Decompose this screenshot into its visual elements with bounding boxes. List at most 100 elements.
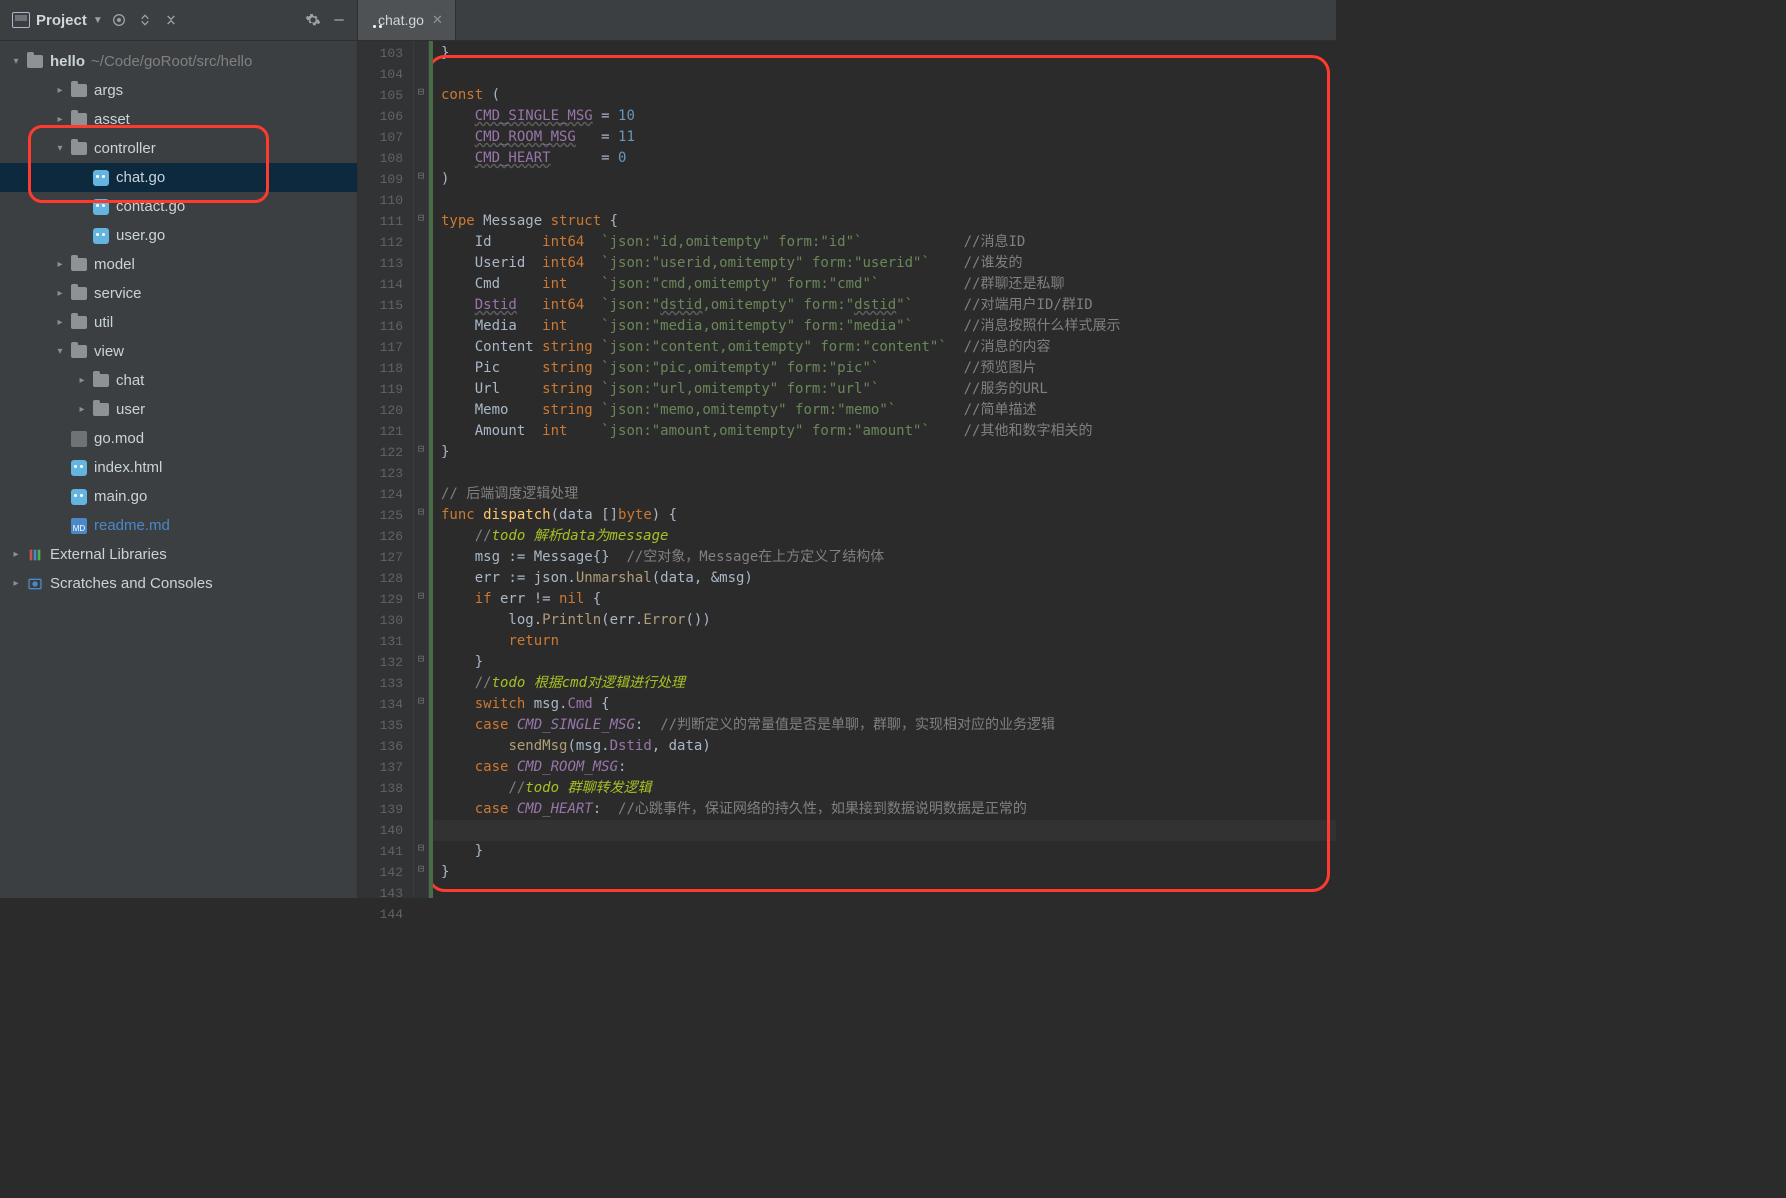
fold-marker[interactable] (414, 314, 428, 335)
fold-marker[interactable] (414, 671, 428, 692)
project-title[interactable]: Project ▼ (12, 12, 103, 29)
scratches-consoles[interactable]: ▸ Scratches and Consoles (0, 569, 357, 598)
line-number[interactable]: 129 (358, 589, 413, 610)
expand-all-icon[interactable] (135, 10, 155, 30)
chevron-down-icon[interactable]: ▾ (54, 346, 66, 358)
fold-marker[interactable] (414, 125, 428, 146)
fold-marker[interactable]: ⊟ (414, 650, 428, 671)
code-viewport[interactable]: } const ( CMD_SINGLE_MSG = 10 CMD_ROOM_M… (433, 41, 1336, 898)
line-number[interactable]: 123 (358, 463, 413, 484)
tree-item-readme-md[interactable]: MDreadme.md (0, 511, 357, 540)
line-number[interactable]: 108 (358, 148, 413, 169)
line-number[interactable]: 104 (358, 64, 413, 85)
line-number[interactable]: 119 (358, 379, 413, 400)
line-number[interactable]: 112 (358, 232, 413, 253)
chevron-right-icon[interactable]: ▸ (54, 85, 66, 97)
line-number[interactable]: 114 (358, 274, 413, 295)
line-number[interactable]: 132 (358, 652, 413, 673)
tab-chat-go[interactable]: chat.go ✕ (358, 0, 456, 40)
line-gutter[interactable]: 1031041051061071081091101111121131141151… (358, 41, 414, 898)
line-number[interactable]: 143 (358, 883, 413, 904)
external-libraries[interactable]: ▸ External Libraries (0, 540, 357, 569)
fold-marker[interactable] (414, 461, 428, 482)
tree-item-contact-go[interactable]: contact.go (0, 192, 357, 221)
fold-marker[interactable] (414, 251, 428, 272)
chevron-right-icon[interactable]: ▸ (76, 404, 88, 416)
fold-marker[interactable] (414, 524, 428, 545)
fold-marker[interactable] (414, 146, 428, 167)
line-number[interactable]: 140 (358, 820, 413, 841)
fold-marker[interactable] (414, 335, 428, 356)
fold-marker[interactable] (414, 902, 428, 923)
fold-marker[interactable]: ⊟ (414, 440, 428, 461)
tree-item-controller[interactable]: ▾controller (0, 134, 357, 163)
tree-item-asset[interactable]: ▸asset (0, 105, 357, 134)
fold-marker[interactable] (414, 755, 428, 776)
line-number[interactable]: 144 (358, 904, 413, 925)
tree-item-go-mod[interactable]: go.mod (0, 424, 357, 453)
line-number[interactable]: 105 (358, 85, 413, 106)
fold-marker[interactable] (414, 293, 428, 314)
fold-marker[interactable] (414, 545, 428, 566)
line-number[interactable]: 137 (358, 757, 413, 778)
minimize-icon[interactable] (329, 10, 349, 30)
fold-marker[interactable] (414, 734, 428, 755)
fold-marker[interactable]: ⊟ (414, 692, 428, 713)
fold-marker[interactable]: ⊟ (414, 587, 428, 608)
line-number[interactable]: 111 (358, 211, 413, 232)
line-number[interactable]: 120 (358, 400, 413, 421)
fold-marker[interactable]: ⊟ (414, 860, 428, 881)
settings-icon[interactable] (303, 10, 323, 30)
line-number[interactable]: 136 (358, 736, 413, 757)
tree-item-chat-go[interactable]: chat.go (0, 163, 357, 192)
line-number[interactable]: 127 (358, 547, 413, 568)
fold-marker[interactable] (414, 713, 428, 734)
fold-marker[interactable]: ⊟ (414, 167, 428, 188)
tree-item-args[interactable]: ▸args (0, 76, 357, 105)
locate-icon[interactable] (109, 10, 129, 30)
fold-marker[interactable] (414, 776, 428, 797)
line-number[interactable]: 122 (358, 442, 413, 463)
chevron-down-icon[interactable]: ▾ (54, 143, 66, 155)
line-number[interactable]: 103 (358, 43, 413, 64)
close-tab-icon[interactable]: ✕ (432, 12, 443, 28)
chevron-right-icon[interactable]: ▸ (76, 375, 88, 387)
tree-item-chat[interactable]: ▸chat (0, 366, 357, 395)
fold-marker[interactable] (414, 356, 428, 377)
chevron-right-icon[interactable]: ▸ (10, 549, 22, 561)
line-number[interactable]: 125 (358, 505, 413, 526)
code-text[interactable]: } const ( CMD_SINGLE_MSG = 10 CMD_ROOM_M… (433, 41, 1336, 883)
line-number[interactable]: 130 (358, 610, 413, 631)
fold-marker[interactable] (414, 566, 428, 587)
fold-marker[interactable] (414, 398, 428, 419)
chevron-right-icon[interactable]: ▸ (54, 114, 66, 126)
line-number[interactable]: 134 (358, 694, 413, 715)
tree-item-main-go[interactable]: main.go (0, 482, 357, 511)
fold-marker[interactable] (414, 230, 428, 251)
line-number[interactable]: 141 (358, 841, 413, 862)
chevron-right-icon[interactable]: ▸ (54, 317, 66, 329)
line-number[interactable]: 138 (358, 778, 413, 799)
fold-marker[interactable] (414, 797, 428, 818)
line-number[interactable]: 106 (358, 106, 413, 127)
tree-item-user[interactable]: ▸user (0, 395, 357, 424)
line-number[interactable]: 109 (358, 169, 413, 190)
line-number[interactable]: 116 (358, 316, 413, 337)
tree-item-user-go[interactable]: user.go (0, 221, 357, 250)
line-number[interactable]: 115 (358, 295, 413, 316)
line-number[interactable]: 142 (358, 862, 413, 883)
line-number[interactable]: 107 (358, 127, 413, 148)
tree-item-model[interactable]: ▸model (0, 250, 357, 279)
line-number[interactable]: 110 (358, 190, 413, 211)
tree-item-util[interactable]: ▸util (0, 308, 357, 337)
line-number[interactable]: 135 (358, 715, 413, 736)
fold-marker[interactable] (414, 272, 428, 293)
tree-item-service[interactable]: ▸service (0, 279, 357, 308)
fold-gutter[interactable]: ⊟⊟⊟⊟⊟⊟⊟⊟⊟⊟ (414, 41, 429, 898)
line-number[interactable]: 117 (358, 337, 413, 358)
collapse-all-icon[interactable] (161, 10, 181, 30)
tree-item-view[interactable]: ▾view (0, 337, 357, 366)
line-number[interactable]: 131 (358, 631, 413, 652)
chevron-right-icon[interactable]: ▸ (10, 578, 22, 590)
line-number[interactable]: 124 (358, 484, 413, 505)
